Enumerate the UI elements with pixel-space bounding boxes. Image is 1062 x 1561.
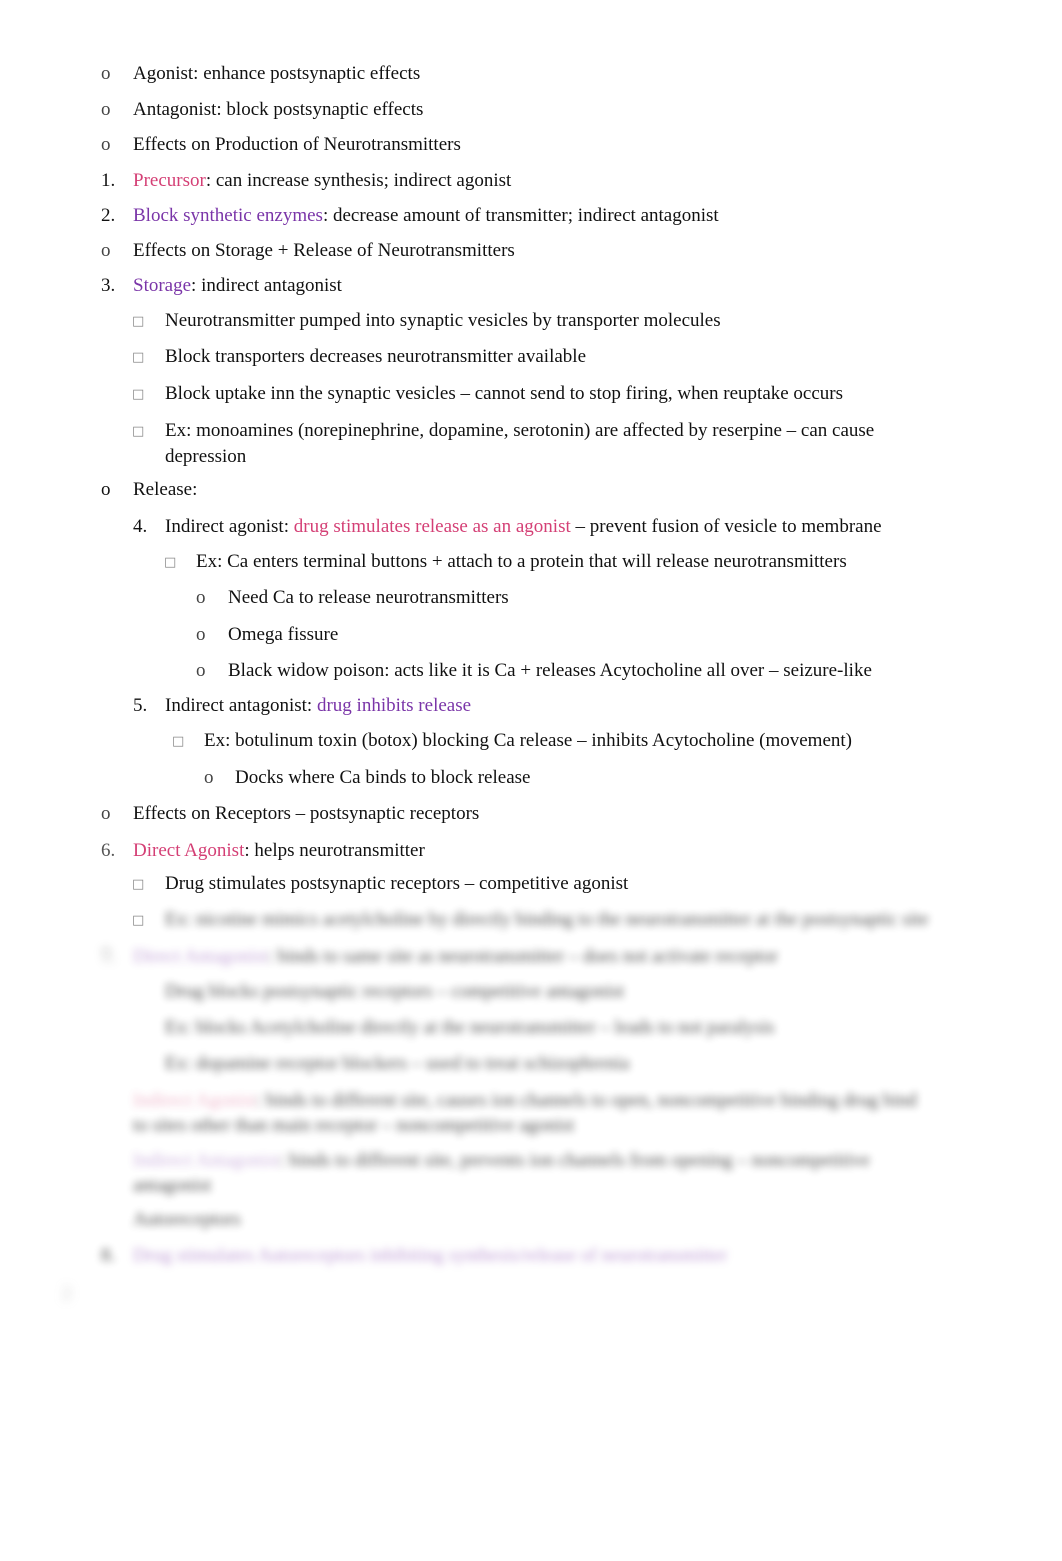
list-item-text: Effects on Storage + Release of Neurotra… bbox=[133, 240, 515, 261]
blurred-text: : binds to same site as neurotransmitter… bbox=[267, 946, 778, 967]
list-item-text: : decrease amount of transmitter; indire… bbox=[322, 205, 719, 226]
list-item-text: Ex: monoamines (norepinephrine, dopamine… bbox=[165, 420, 875, 441]
blurred-text: : binds to different site, prevents ion … bbox=[279, 1150, 870, 1171]
list-item-text: Docks where Ca binds to block release bbox=[235, 767, 531, 788]
list-item-text: Effects on Receptors – postsynaptic rece… bbox=[133, 803, 480, 824]
square-bullet-icon: □ bbox=[132, 350, 145, 365]
blurred-highlight-term: Direct Antagonist bbox=[133, 946, 268, 967]
list-item-text: Need Ca to release neurotransmitters bbox=[228, 587, 509, 608]
square-bullet-icon: □ bbox=[132, 314, 145, 329]
square-bullet-icon: □ bbox=[132, 877, 145, 892]
square-bullet-icon: □ bbox=[164, 555, 177, 570]
list-item-text: Block transporters decreases neurotransm… bbox=[165, 346, 586, 367]
list-item-text: Antagonist: block postsynaptic effects bbox=[133, 99, 424, 120]
number-marker: 2. bbox=[101, 205, 116, 226]
blurred-text: antagonist bbox=[133, 1175, 212, 1196]
list-item-text: Ex: Ca enters terminal buttons + attach … bbox=[196, 551, 847, 572]
blurred-text: Ex: nicotine mimics acetylcholine by dir… bbox=[165, 909, 929, 930]
blurred-text: Ex: blocks Acetylcholine directly at the… bbox=[165, 1017, 775, 1038]
bullet-marker: o bbox=[101, 479, 111, 500]
blurred-highlight-term: Indirect Agonist bbox=[133, 1090, 256, 1111]
number-marker: 5. bbox=[133, 695, 148, 716]
blurred-text: : binds to different site, causes ion ch… bbox=[255, 1090, 917, 1111]
bullet-marker: o bbox=[196, 624, 206, 645]
list-item-text: Effects on Production of Neurotransmitte… bbox=[133, 134, 461, 155]
number-marker: 3. bbox=[101, 275, 116, 296]
list-item-text: Release: bbox=[133, 479, 198, 500]
highlight-term: Storage bbox=[133, 275, 192, 296]
highlight-term: Precursor bbox=[133, 170, 206, 191]
highlight-term: Direct Agonist bbox=[133, 840, 245, 861]
highlight-term: drug inhibits release bbox=[316, 695, 472, 716]
blurred-highlight-term: Drug stimulates Autoreceptors inhibiting… bbox=[133, 1245, 728, 1266]
list-item-text: : can increase synthesis; indirect agoni… bbox=[205, 170, 512, 191]
bullet-marker: o bbox=[101, 240, 111, 261]
list-item-text: Drug stimulates postsynaptic receptors –… bbox=[165, 873, 629, 894]
number-marker: 1. bbox=[101, 170, 116, 191]
number-marker: 6. bbox=[101, 840, 116, 861]
list-item-prefix: Indirect agonist: bbox=[165, 516, 294, 537]
list-item-text: Block uptake inn the synaptic vesicles –… bbox=[165, 383, 844, 404]
blurred-text: Autoreceptors bbox=[133, 1209, 241, 1230]
blurred-text: to sites other than main receptor – nonc… bbox=[133, 1115, 575, 1136]
bullet-marker: o bbox=[101, 63, 111, 84]
bullet-marker: o bbox=[101, 134, 111, 155]
blurred-text: Ex: dopamine receptor blockers – used to… bbox=[165, 1053, 630, 1074]
list-item-text: – prevent fusion of vesicle to membrane bbox=[570, 516, 882, 537]
bullet-marker: o bbox=[196, 587, 206, 608]
bullet-marker: o bbox=[196, 660, 206, 681]
list-item-text: Black widow poison: acts like it is Ca +… bbox=[228, 660, 872, 681]
square-bullet-icon: □ bbox=[132, 387, 145, 402]
list-item-text: Neurotransmitter pumped into synaptic ve… bbox=[165, 310, 721, 331]
list-item-text: Agonist: enhance postsynaptic effects bbox=[133, 63, 421, 84]
highlight-term: drug stimulates release as an agonist bbox=[293, 516, 571, 537]
bullet-marker: o bbox=[101, 99, 111, 120]
list-item-text: Omega fissure bbox=[228, 624, 339, 645]
list-item-text: : indirect antagonist bbox=[191, 275, 342, 296]
number-marker: 4. bbox=[133, 516, 148, 537]
list-item-text: : helps neurotransmitter bbox=[244, 840, 425, 861]
square-bullet-icon: □ bbox=[172, 734, 185, 749]
blurred-number-marker: 8. bbox=[101, 1245, 116, 1266]
list-item-text-continued: depression bbox=[165, 446, 247, 467]
blurred-highlight-term: Indirect Antagonist bbox=[133, 1150, 280, 1171]
bullet-marker: o bbox=[204, 767, 214, 788]
bullet-marker: o bbox=[101, 803, 111, 824]
page-number: 2 bbox=[62, 1283, 72, 1304]
square-bullet-icon: □ bbox=[132, 913, 145, 928]
list-item-prefix: Indirect antagonist: bbox=[165, 695, 317, 716]
list-item-text: Ex: botulinum toxin (botox) blocking Ca … bbox=[204, 730, 852, 751]
blurred-number-marker: 7. bbox=[101, 946, 116, 967]
square-bullet-icon: □ bbox=[132, 424, 145, 439]
highlight-term: Block synthetic enzymes bbox=[133, 205, 323, 226]
blurred-text: Drug blocks postsynaptic receptors – com… bbox=[165, 981, 625, 1002]
